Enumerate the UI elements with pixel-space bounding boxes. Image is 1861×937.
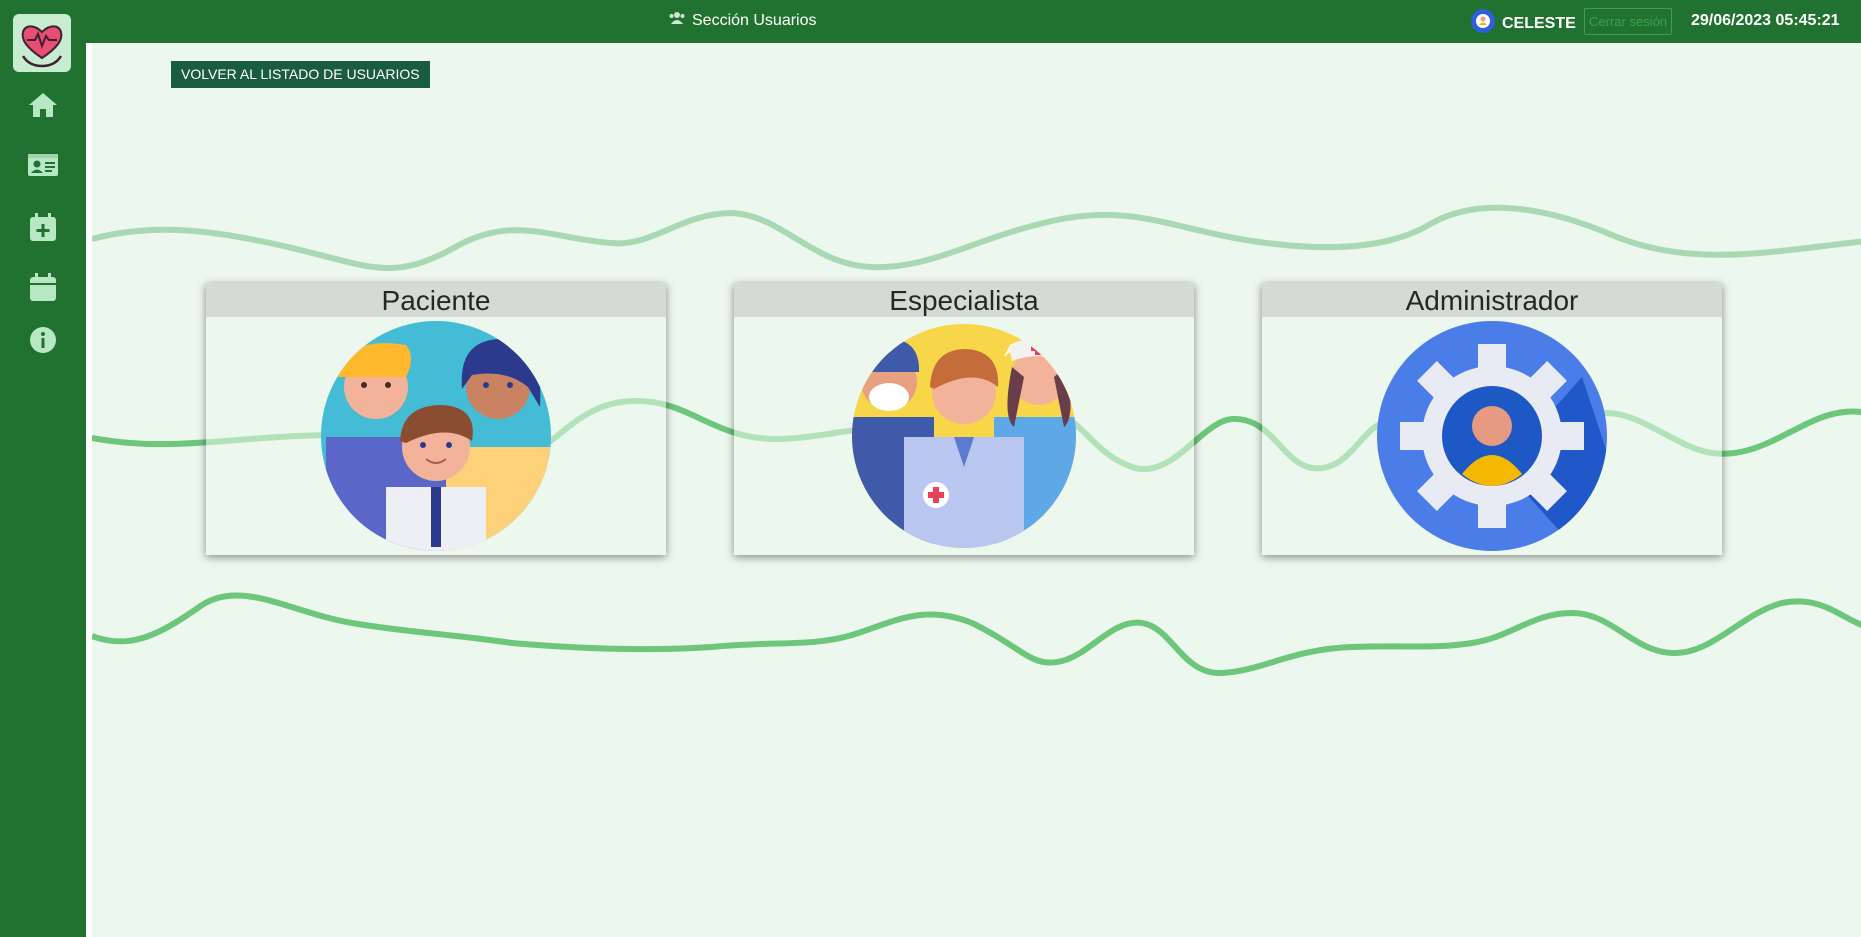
card-title: Paciente (206, 283, 666, 317)
user-info: CELESTE (1470, 8, 1576, 39)
card-title: Especialista (734, 283, 1194, 317)
sidebar (0, 0, 86, 937)
user-avatar-icon (1470, 8, 1496, 39)
medical-staff-illustration (852, 324, 1076, 548)
logout-button[interactable]: Cerrar sesión (1584, 8, 1673, 35)
info-icon[interactable] (26, 323, 60, 357)
users-icon (668, 11, 686, 30)
main-content: VOLVER AL LISTADO DE USUARIOS Paciente E… (86, 43, 1861, 937)
section-title: Sección Usuarios (668, 11, 817, 30)
datetime: 29/06/2023 05:45:21 (1691, 12, 1840, 29)
user-name: CELESTE (1502, 14, 1576, 32)
section-title-text: Sección Usuarios (692, 11, 817, 29)
card-title: Administrador (1262, 283, 1722, 317)
id-card-icon[interactable] (26, 148, 60, 182)
top-bar: Sección Usuarios CELESTE Cerrar sesión 2… (86, 0, 1861, 43)
calendar-icon[interactable] (26, 270, 60, 304)
back-to-users-button[interactable]: VOLVER AL LISTADO DE USUARIOS (171, 61, 430, 88)
heart-hands-logo[interactable] (13, 14, 71, 72)
patients-illustration (321, 321, 551, 551)
administrator-card[interactable]: Administrador (1262, 283, 1722, 555)
specialist-card[interactable]: Especialista (734, 283, 1194, 555)
home-icon[interactable] (26, 88, 60, 122)
admin-gear-illustration (1377, 321, 1607, 551)
patient-card[interactable]: Paciente (206, 283, 666, 555)
calendar-plus-icon[interactable] (26, 210, 60, 244)
